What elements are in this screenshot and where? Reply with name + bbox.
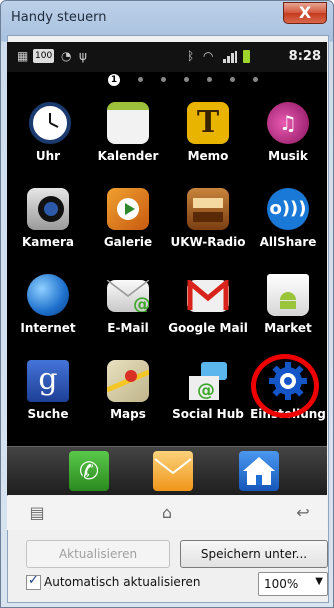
app-label: Internet xyxy=(20,321,76,335)
page-dot[interactable] xyxy=(253,77,258,82)
phone-icon[interactable]: ✆ xyxy=(69,451,109,491)
zoom-select[interactable]: 100% ▼ xyxy=(258,572,328,596)
home-icon[interactable] xyxy=(239,451,279,491)
refresh-button[interactable]: Aktualisieren xyxy=(26,540,170,568)
app-maps[interactable]: Maps xyxy=(89,360,167,440)
app-suche[interactable]: g Suche xyxy=(9,360,87,440)
clock-icon xyxy=(29,102,71,144)
zoom-value: 100% xyxy=(264,577,299,591)
status-bar: ▦ 100 ◔ ψ ᛒ ◠ 8:28 xyxy=(7,42,327,72)
radio-icon xyxy=(187,188,229,230)
market-icon xyxy=(267,274,309,316)
app-galerie[interactable]: Galerie xyxy=(89,188,167,268)
gallery-icon: ▦ xyxy=(17,49,29,63)
maps-icon xyxy=(106,360,150,402)
app-label: UKW-Radio xyxy=(170,235,246,249)
app-label: Uhr xyxy=(35,149,61,163)
page-dot[interactable] xyxy=(161,77,166,82)
app-social-hub[interactable]: @ Social Hub xyxy=(169,360,247,440)
social-hub-icon: @ xyxy=(187,360,229,402)
app-kalender[interactable]: Kalender xyxy=(89,102,167,182)
svg-text:@: @ xyxy=(133,294,149,312)
bluetooth-icon: ᛒ xyxy=(187,49,195,63)
app-e-mail[interactable]: @ E-Mail xyxy=(89,274,167,354)
calendar-icon xyxy=(107,102,149,144)
auto-refresh-label: Automatisch aktualisieren xyxy=(44,575,201,589)
app-internet[interactable]: Internet xyxy=(9,274,87,354)
page-dot[interactable] xyxy=(184,77,189,82)
menu-icon[interactable]: ▤ xyxy=(27,503,47,523)
email-icon: @ xyxy=(106,279,151,315)
app-label: Galerie xyxy=(103,235,153,249)
app-label: Social Hub xyxy=(172,407,244,421)
gallery-icon xyxy=(107,188,149,230)
app-label: Google Mail xyxy=(168,321,248,335)
app-label: Kalender xyxy=(97,149,159,163)
usb-icon: ψ xyxy=(79,49,87,63)
app-label: Musik xyxy=(268,149,308,163)
signal-icon xyxy=(223,51,237,63)
sync-icon: ◔ xyxy=(61,49,72,63)
close-button[interactable]: X xyxy=(283,2,327,24)
app-label: Market xyxy=(264,321,312,335)
nav-bar: ▤ ⌂ ↩ xyxy=(7,496,327,530)
app-label: Maps xyxy=(110,407,146,421)
app-market[interactable]: Market xyxy=(249,274,327,354)
app-musik[interactable]: ♫ Musik xyxy=(249,102,327,182)
app-kamera[interactable]: Kamera xyxy=(9,188,87,268)
status-time: 8:28 xyxy=(288,49,321,64)
page-indicator-active[interactable]: 1 xyxy=(108,74,120,86)
page-dot[interactable] xyxy=(207,77,212,82)
messages-icon[interactable] xyxy=(153,451,193,491)
allshare-icon: o))) xyxy=(267,188,309,230)
app-uhr[interactable]: Uhr xyxy=(9,102,87,182)
home-outline-icon[interactable]: ⌂ xyxy=(157,503,177,523)
title-bar[interactable]: Handy steuern X xyxy=(1,1,333,35)
music-icon: ♫ xyxy=(267,102,309,144)
save-as-button[interactable]: Speichern unter... xyxy=(180,540,328,568)
wifi-icon: ◠ xyxy=(203,49,214,63)
page-dot[interactable] xyxy=(138,77,143,82)
app-memo[interactable]: T Memo xyxy=(169,102,247,182)
battery-icon xyxy=(243,50,250,63)
chevron-down-icon: ▼ xyxy=(315,576,323,587)
app-label: Memo xyxy=(187,149,229,163)
search-icon: g xyxy=(27,360,69,402)
svg-text:@: @ xyxy=(197,380,215,401)
camera-icon xyxy=(27,188,69,230)
dock: ✆ xyxy=(7,446,327,495)
counter-icon: 100 xyxy=(33,49,55,63)
app-label: E-Mail xyxy=(107,321,149,335)
globe-icon xyxy=(27,274,69,316)
app-allshare[interactable]: o))) AllShare xyxy=(249,188,327,268)
app-label: AllShare xyxy=(259,235,317,249)
auto-refresh-checkbox[interactable]: ✓ xyxy=(26,573,41,590)
app-ukw-radio[interactable]: UKW-Radio xyxy=(169,188,247,268)
window-title: Handy steuern xyxy=(11,10,107,25)
gmail-icon xyxy=(187,277,229,312)
app-google-mail[interactable]: Google Mail xyxy=(168,274,248,354)
memo-icon: T xyxy=(187,102,229,144)
highlight-ring xyxy=(251,354,319,418)
app-label: Suche xyxy=(27,407,69,421)
page-dot[interactable] xyxy=(230,77,235,82)
phone-screen[interactable]: ▦ 100 ◔ ψ ᛒ ◠ 8:28 1 Uhr Kalender T Memo… xyxy=(7,42,327,495)
back-icon[interactable]: ↩ xyxy=(293,503,313,523)
app-label: Kamera xyxy=(21,235,75,249)
page-indicator[interactable]: 1 xyxy=(7,72,327,88)
